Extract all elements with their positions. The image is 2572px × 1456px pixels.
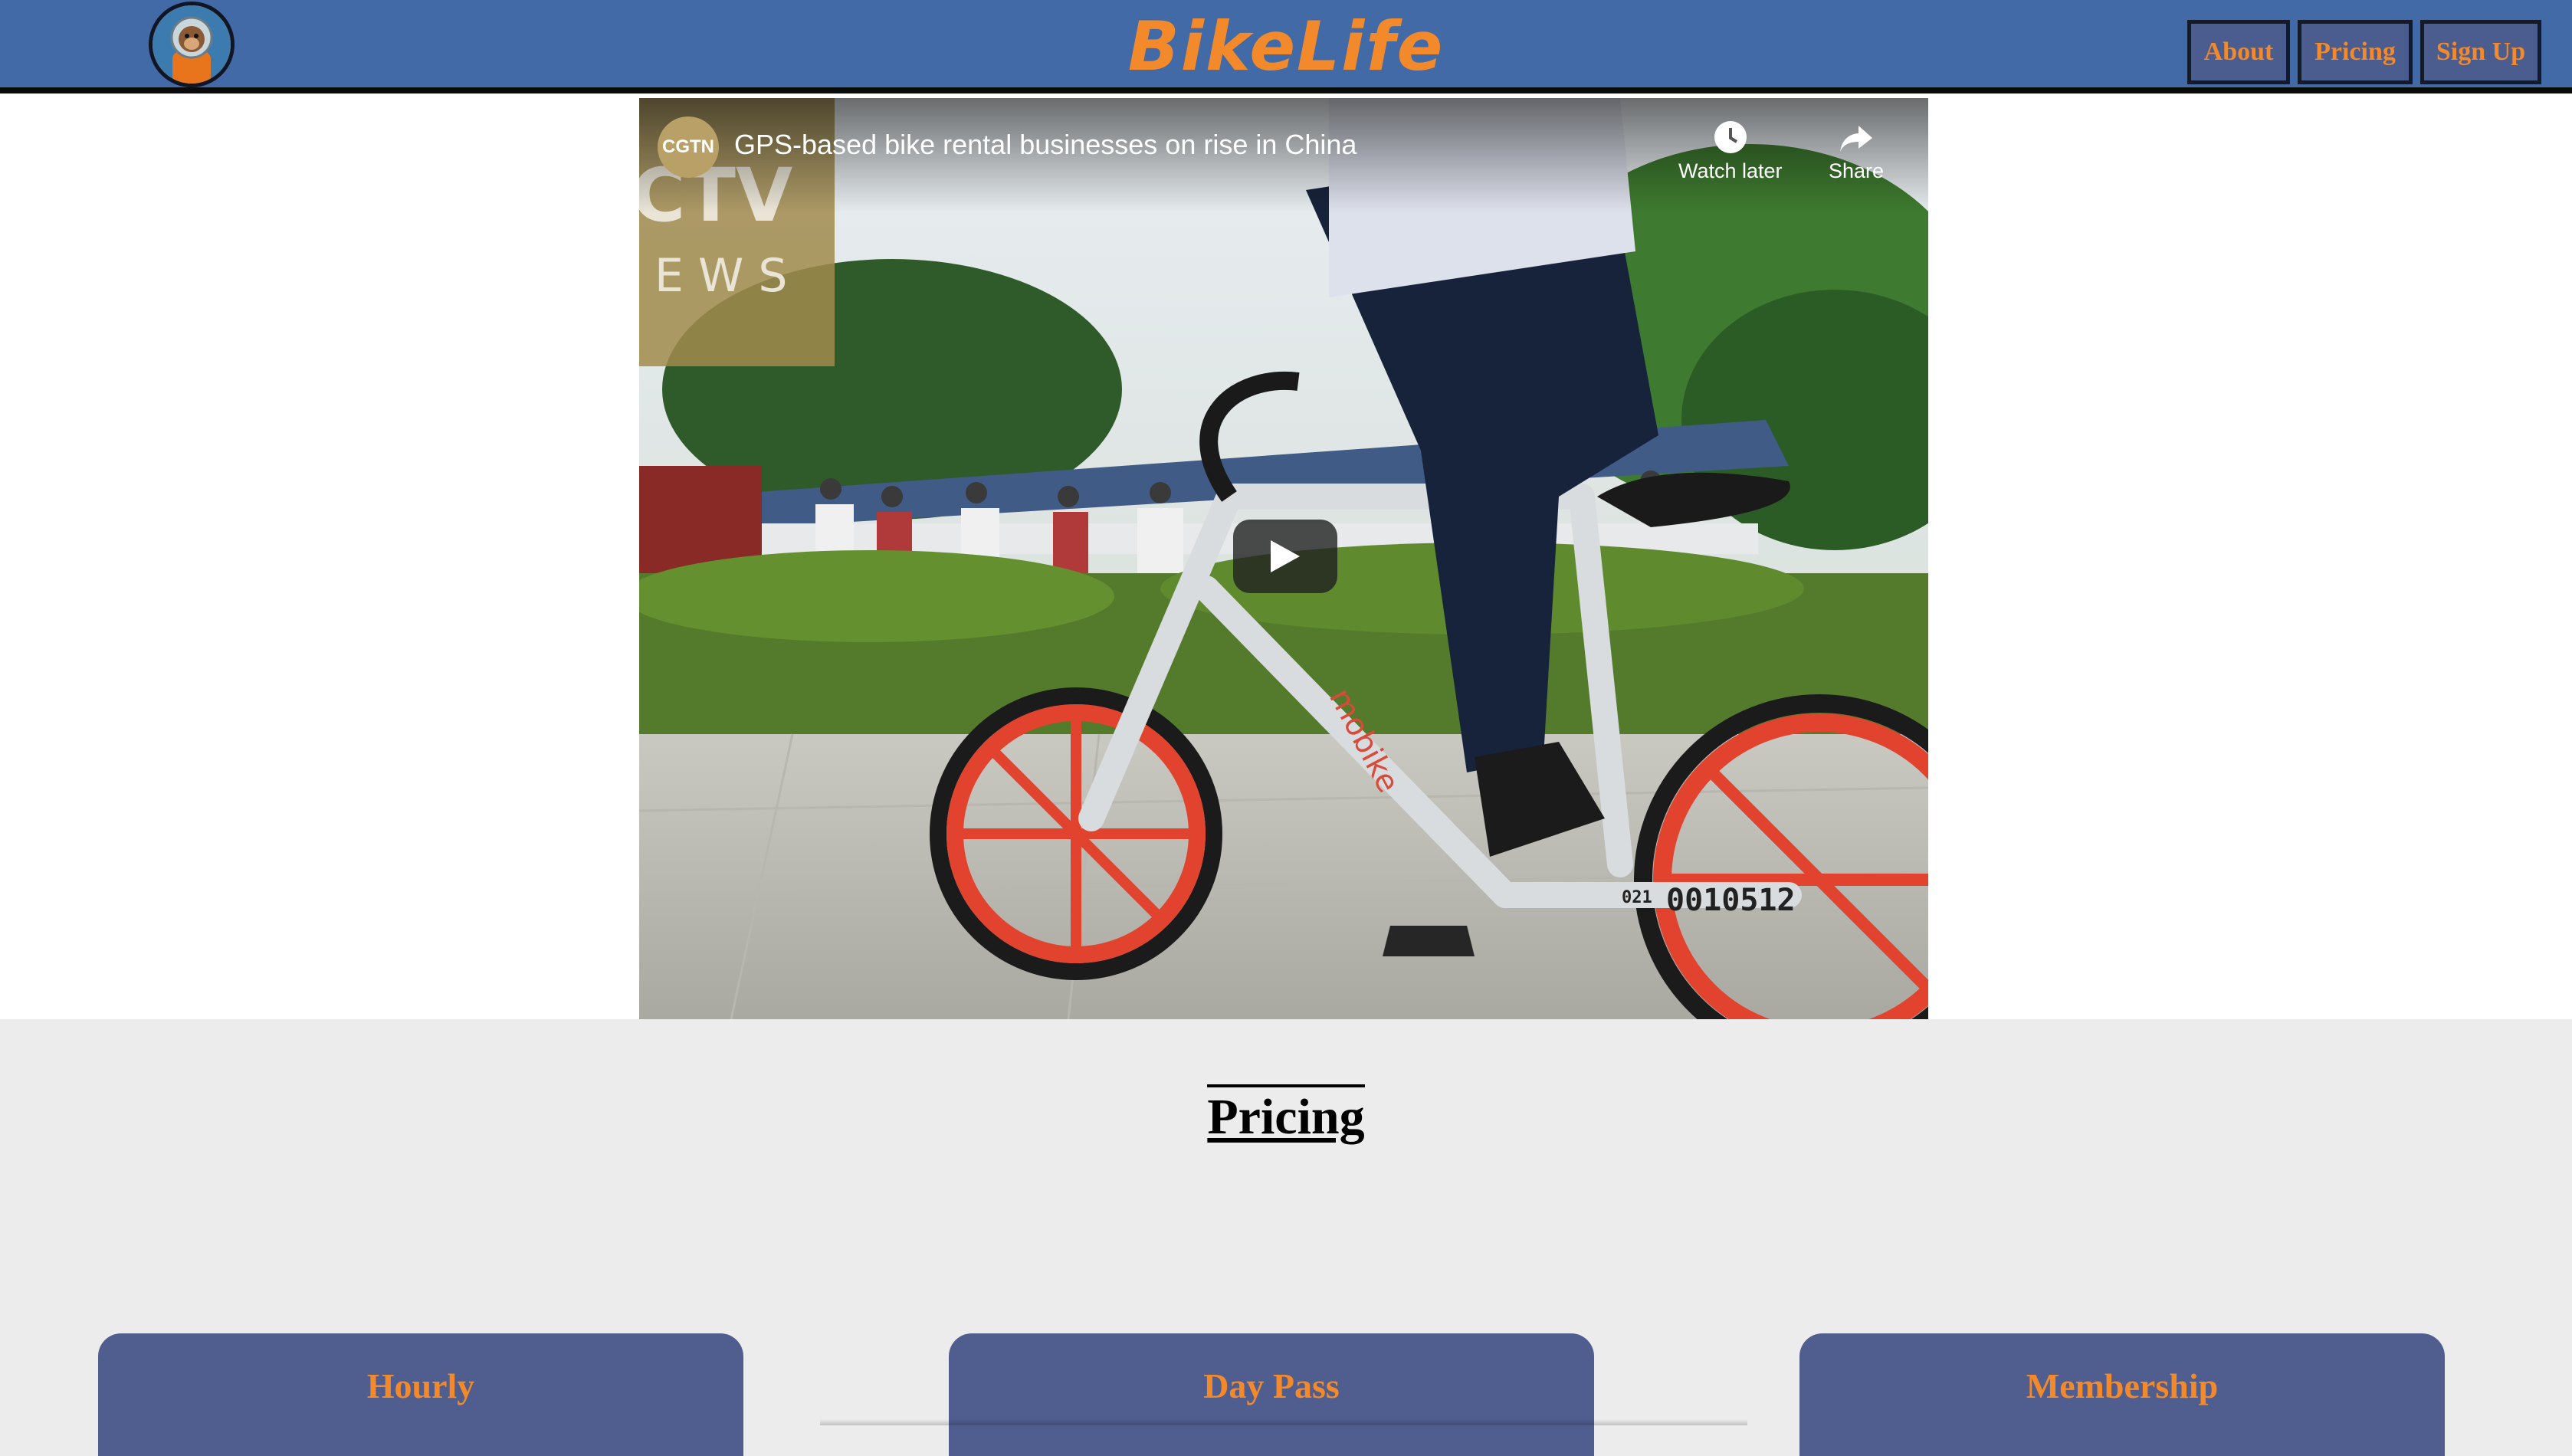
monkey-astronaut-logo[interactable] (149, 2, 235, 87)
share-button[interactable]: Share (1829, 120, 1884, 183)
pricing-card-hourly[interactable]: Hourly (98, 1333, 743, 1456)
watch-later-label: Watch later (1678, 159, 1783, 182)
share-label: Share (1829, 159, 1885, 182)
svg-text:E W S: E W S (654, 249, 787, 303)
svg-text:0010512: 0010512 (1666, 883, 1796, 918)
play-button[interactable] (1233, 520, 1337, 593)
navbar: BikeLife About Pricing Sign Up (0, 0, 2572, 93)
brand-title[interactable]: BikeLife (996, 5, 1576, 89)
watch-later-button[interactable]: Watch later (1678, 120, 1783, 183)
bottom-shadow (820, 1419, 1747, 1425)
nav-signup-button[interactable]: Sign Up (2420, 20, 2541, 84)
clock-icon (1678, 120, 1783, 159)
pricing-heading-text: Pricing (1207, 1084, 1365, 1145)
nav-about-button[interactable]: About (2187, 20, 2290, 84)
svg-text:021: 021 (1622, 888, 1652, 907)
card-title-hourly: Hourly (366, 1366, 475, 1405)
youtube-video-embed[interactable]: CTV E W S 0010512 021 mobike (639, 98, 1928, 1019)
play-icon (1271, 540, 1300, 572)
pricing-heading: Pricing (996, 1084, 1576, 1146)
share-arrow-icon (1829, 120, 1884, 159)
channel-avatar[interactable]: CGTN (658, 116, 719, 178)
video-title[interactable]: GPS-based bike rental businesses on rise… (734, 129, 1357, 161)
pricing-card-day-pass[interactable]: Day Pass (949, 1333, 1594, 1456)
pricing-card-membership[interactable]: Membership (1799, 1333, 2445, 1456)
card-title-day-pass: Day Pass (1203, 1366, 1340, 1405)
nav-pricing-button[interactable]: Pricing (2298, 20, 2413, 84)
logo-illustration (153, 5, 231, 84)
card-title-membership: Membership (2026, 1366, 2219, 1405)
